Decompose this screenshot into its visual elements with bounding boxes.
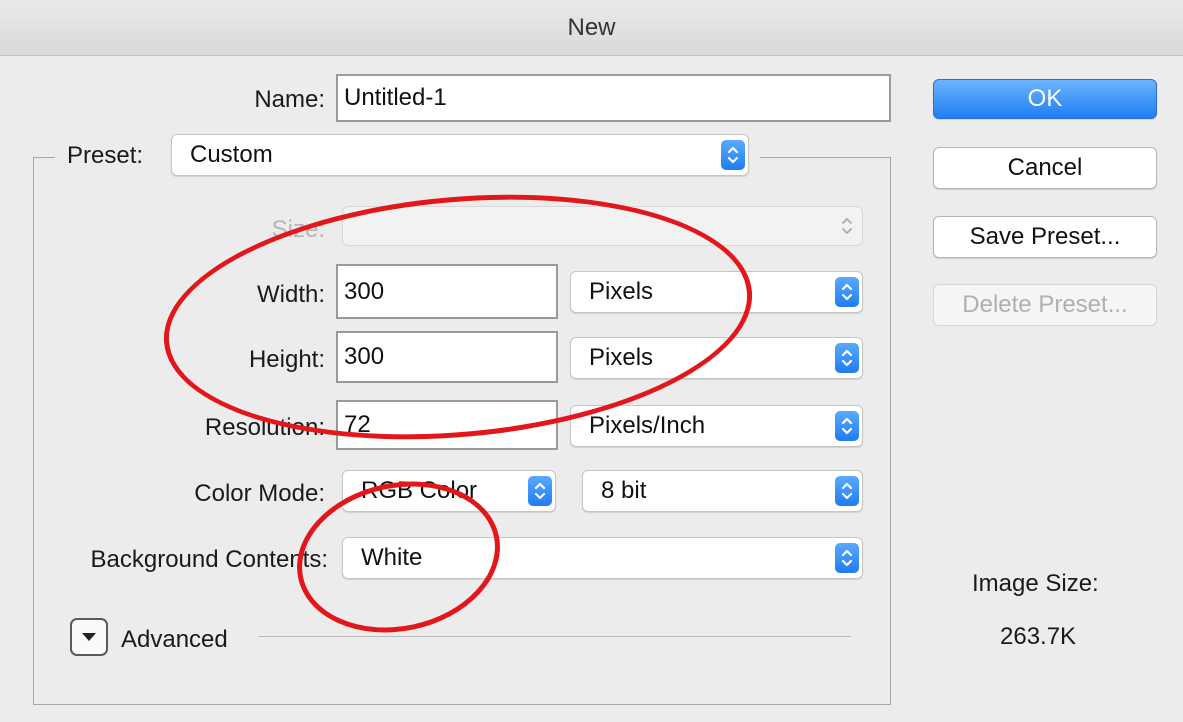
width-unit-value: Pixels xyxy=(589,278,654,305)
height-input[interactable]: 300 xyxy=(336,331,558,383)
bit-depth-select[interactable]: 8 bit xyxy=(582,470,863,512)
name-input[interactable]: Untitled-1 xyxy=(336,74,891,122)
window-titlebar: New xyxy=(0,0,1183,56)
advanced-toggle-button[interactable] xyxy=(70,618,108,656)
image-size-value: 263.7K xyxy=(1000,623,1077,650)
up-down-chevron-icon xyxy=(835,211,859,241)
preset-select[interactable]: Custom xyxy=(171,134,749,176)
color-mode-value: RGB Color xyxy=(361,477,478,504)
window-title: New xyxy=(567,13,616,41)
up-down-chevron-icon xyxy=(835,277,859,307)
size-select xyxy=(342,206,863,246)
delete-preset-button: Delete Preset... xyxy=(933,284,1157,326)
image-size-label: Image Size: xyxy=(972,570,1099,597)
cancel-button[interactable]: Cancel xyxy=(933,147,1157,189)
save-preset-button[interactable]: Save Preset... xyxy=(933,216,1157,258)
up-down-chevron-icon xyxy=(835,343,859,373)
ok-button[interactable]: OK xyxy=(933,79,1157,119)
resolution-input[interactable]: 72 xyxy=(336,400,558,450)
preset-select-value: Custom xyxy=(190,141,273,168)
width-unit-select[interactable]: Pixels xyxy=(570,271,863,313)
color-mode-label: Color Mode: xyxy=(194,480,325,507)
background-contents-value: White xyxy=(361,544,423,571)
resolution-unit-value: Pixels/Inch xyxy=(589,412,706,439)
resolution-label: Resolution: xyxy=(204,414,325,441)
height-unit-value: Pixels xyxy=(589,344,654,371)
up-down-chevron-icon xyxy=(835,543,859,573)
width-label: Width: xyxy=(256,281,325,308)
size-label: Size: xyxy=(271,216,325,243)
height-unit-select[interactable]: Pixels xyxy=(570,337,863,379)
resolution-unit-select[interactable]: Pixels/Inch xyxy=(570,405,863,447)
disclosure-triangle-icon xyxy=(82,633,96,641)
advanced-label: Advanced xyxy=(121,626,228,653)
width-input[interactable]: 300 xyxy=(336,264,558,319)
up-down-chevron-icon xyxy=(835,411,859,441)
background-contents-select[interactable]: White xyxy=(342,537,863,579)
background-contents-label: Background Contents: xyxy=(90,546,328,573)
bit-depth-value: 8 bit xyxy=(601,477,647,504)
height-label: Height: xyxy=(248,346,325,373)
name-label: Name: xyxy=(254,86,325,113)
up-down-chevron-icon xyxy=(528,476,552,506)
advanced-divider xyxy=(258,636,851,637)
preset-label: Preset: xyxy=(67,142,144,169)
up-down-chevron-icon xyxy=(835,476,859,506)
up-down-chevron-icon xyxy=(721,140,745,170)
color-mode-select[interactable]: RGB Color xyxy=(342,470,556,512)
